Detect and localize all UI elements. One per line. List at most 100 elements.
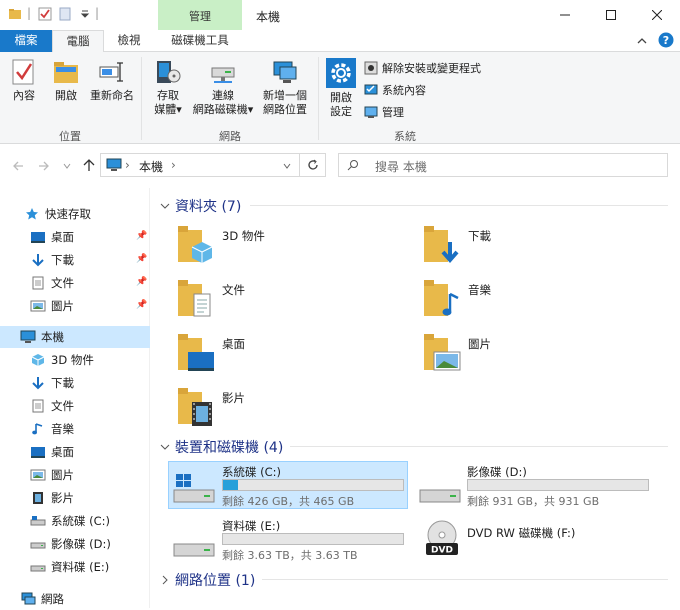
nav-quick-access[interactable]: 快速存取 bbox=[24, 203, 91, 225]
folders-section-header[interactable]: 資料夾 (7) bbox=[160, 196, 241, 216]
minimize-button[interactable] bbox=[542, 0, 588, 30]
window-title: 本機 bbox=[256, 10, 281, 24]
close-button[interactable] bbox=[634, 0, 680, 30]
folder-label: 音樂 bbox=[468, 283, 491, 297]
help-icon[interactable]: ? bbox=[658, 32, 674, 48]
properties-button[interactable]: 內容 bbox=[6, 58, 42, 112]
refresh-button[interactable] bbox=[300, 153, 326, 177]
nav-network[interactable]: 網路 bbox=[20, 588, 64, 610]
folder-item-videos[interactable]: 影片 bbox=[172, 382, 372, 430]
desktop-icon bbox=[30, 444, 46, 460]
drive-free-space: 剩餘 426 GB，共 465 GB bbox=[222, 495, 355, 508]
search-input[interactable]: 搜尋 本機 bbox=[338, 153, 668, 177]
pin-icon[interactable]: 📌 bbox=[136, 254, 147, 264]
folder-label: 桌面 bbox=[222, 337, 245, 351]
nav-this-pc[interactable]: 本機 bbox=[20, 326, 64, 348]
tab-view[interactable]: 檢視 bbox=[104, 30, 154, 52]
drive-name: 系統碟 (C:) bbox=[222, 465, 282, 479]
properties-icon bbox=[12, 59, 34, 85]
folder-item-3d-objects[interactable]: 3D 物件 bbox=[172, 220, 372, 268]
tab-computer[interactable]: 電腦 bbox=[52, 30, 104, 53]
drive-usage-fill bbox=[223, 480, 239, 490]
music-note-icon bbox=[30, 421, 46, 437]
nav-qa-downloads[interactable]: 下載 bbox=[30, 249, 74, 271]
recent-locations-icon[interactable] bbox=[63, 162, 71, 170]
document-icon bbox=[30, 398, 46, 414]
forward-arrow-icon[interactable] bbox=[38, 160, 50, 172]
devices-section-header[interactable]: 裝置和磁碟機 (4) bbox=[160, 437, 283, 457]
open-settings-label-2: 設定 bbox=[330, 105, 352, 118]
qat-customize-icon[interactable] bbox=[78, 7, 92, 21]
pin-icon[interactable]: 📌 bbox=[136, 277, 147, 287]
folder-item-downloads[interactable]: 下載 bbox=[418, 220, 618, 268]
nav-pc-drive-d[interactable]: 影像碟 (D:) bbox=[30, 533, 111, 555]
dropdown-arrow-icon: ▾ bbox=[247, 103, 254, 116]
folder-item-pictures[interactable]: 圖片 bbox=[418, 328, 618, 376]
folder-item-desktop[interactable]: 桌面 bbox=[172, 328, 372, 376]
nav-qa-desktop[interactable]: 桌面 bbox=[30, 226, 74, 248]
rename-button[interactable]: 重新命名 bbox=[88, 58, 136, 112]
dvd-badge: DVD bbox=[431, 546, 453, 556]
tab-file[interactable]: 檔案 bbox=[0, 30, 52, 52]
nav-label: 影像碟 (D:) bbox=[51, 537, 111, 551]
film-icon bbox=[30, 490, 46, 506]
nav-pc-desktop[interactable]: 桌面 bbox=[30, 441, 74, 463]
nav-pc-drive-c[interactable]: 系統碟 (C:) bbox=[30, 510, 110, 532]
pin-icon[interactable]: 📌 bbox=[136, 231, 147, 241]
path-separator[interactable]: › bbox=[171, 158, 176, 172]
add-location-label-2: 網路位置 bbox=[263, 103, 307, 116]
nav-pc-documents[interactable]: 文件 bbox=[30, 395, 74, 417]
open-settings-button[interactable]: 開啟 設定 bbox=[322, 58, 360, 124]
add-network-location-button[interactable]: 新增一個 網路位置 bbox=[258, 58, 312, 124]
access-media-button[interactable]: 存取 媒體▾ bbox=[148, 58, 188, 124]
path-root[interactable]: 本機 bbox=[139, 158, 163, 175]
nav-label: 桌面 bbox=[51, 445, 74, 459]
address-bar[interactable]: › 本機 › bbox=[100, 153, 300, 177]
nav-pc-3d-objects[interactable]: 3D 物件 bbox=[30, 349, 94, 371]
tab-drive-tools[interactable]: 磁碟機工具 bbox=[158, 30, 242, 52]
pin-icon[interactable]: 📌 bbox=[136, 300, 147, 310]
nav-pc-drive-e[interactable]: 資料碟 (E:) bbox=[30, 556, 109, 578]
document-icon bbox=[30, 275, 46, 291]
nav-pc-pictures[interactable]: 圖片 bbox=[30, 464, 74, 486]
network-location-icon bbox=[273, 61, 297, 83]
properties-check-icon[interactable] bbox=[38, 7, 52, 21]
section-title: 裝置和磁碟機 (4) bbox=[175, 440, 284, 456]
collapse-ribbon-icon[interactable] bbox=[636, 35, 648, 47]
nav-label: 資料碟 (E:) bbox=[51, 560, 110, 574]
folder-label: 文件 bbox=[222, 283, 245, 297]
open-button[interactable]: 開啟 bbox=[48, 58, 84, 112]
uninstall-label: 解除安裝或變更程式 bbox=[382, 62, 481, 75]
network-drive-icon bbox=[211, 67, 235, 83]
folder-item-documents[interactable]: 文件 bbox=[172, 274, 372, 322]
path-separator[interactable]: › bbox=[125, 158, 130, 172]
manage-button[interactable]: 管理 bbox=[364, 104, 404, 120]
uninstall-programs-button[interactable]: 解除安裝或變更程式 bbox=[364, 60, 481, 76]
search-icon bbox=[347, 160, 358, 171]
nav-pc-downloads[interactable]: 下載 bbox=[30, 372, 74, 394]
back-arrow-icon[interactable] bbox=[12, 160, 24, 172]
nav-pc-videos[interactable]: 影片 bbox=[30, 487, 74, 509]
settings-gear-icon bbox=[326, 58, 356, 88]
folder-label: 圖片 bbox=[468, 337, 491, 351]
network-section-header[interactable]: 網路位置 (1) bbox=[160, 570, 255, 590]
maximize-button[interactable] bbox=[588, 0, 634, 30]
nav-pc-music[interactable]: 音樂 bbox=[30, 418, 74, 440]
folder-item-music[interactable]: 音樂 bbox=[418, 274, 618, 322]
search-placeholder: 搜尋 本機 bbox=[375, 160, 427, 174]
folder-icon[interactable] bbox=[8, 7, 22, 21]
dropdown-arrow-icon: ▾ bbox=[176, 103, 182, 116]
nav-qa-pictures[interactable]: 圖片 bbox=[30, 295, 74, 317]
new-folder-icon[interactable] bbox=[58, 7, 72, 21]
chevron-down-icon bbox=[160, 444, 170, 450]
map-network-drive-button[interactable]: 連線 網路磁碟機▾ bbox=[190, 58, 256, 124]
address-dropdown-icon[interactable] bbox=[283, 162, 291, 170]
drive-icon bbox=[30, 536, 46, 552]
properties-label: 內容 bbox=[13, 89, 35, 102]
drive-capacity-bar-c bbox=[222, 479, 404, 491]
system-properties-button[interactable]: 系統內容 bbox=[364, 82, 426, 98]
drive-capacity-bar-e bbox=[222, 533, 404, 545]
cube-3d-icon bbox=[30, 352, 46, 368]
nav-qa-documents[interactable]: 文件 bbox=[30, 272, 74, 294]
up-arrow-icon[interactable] bbox=[82, 158, 96, 172]
